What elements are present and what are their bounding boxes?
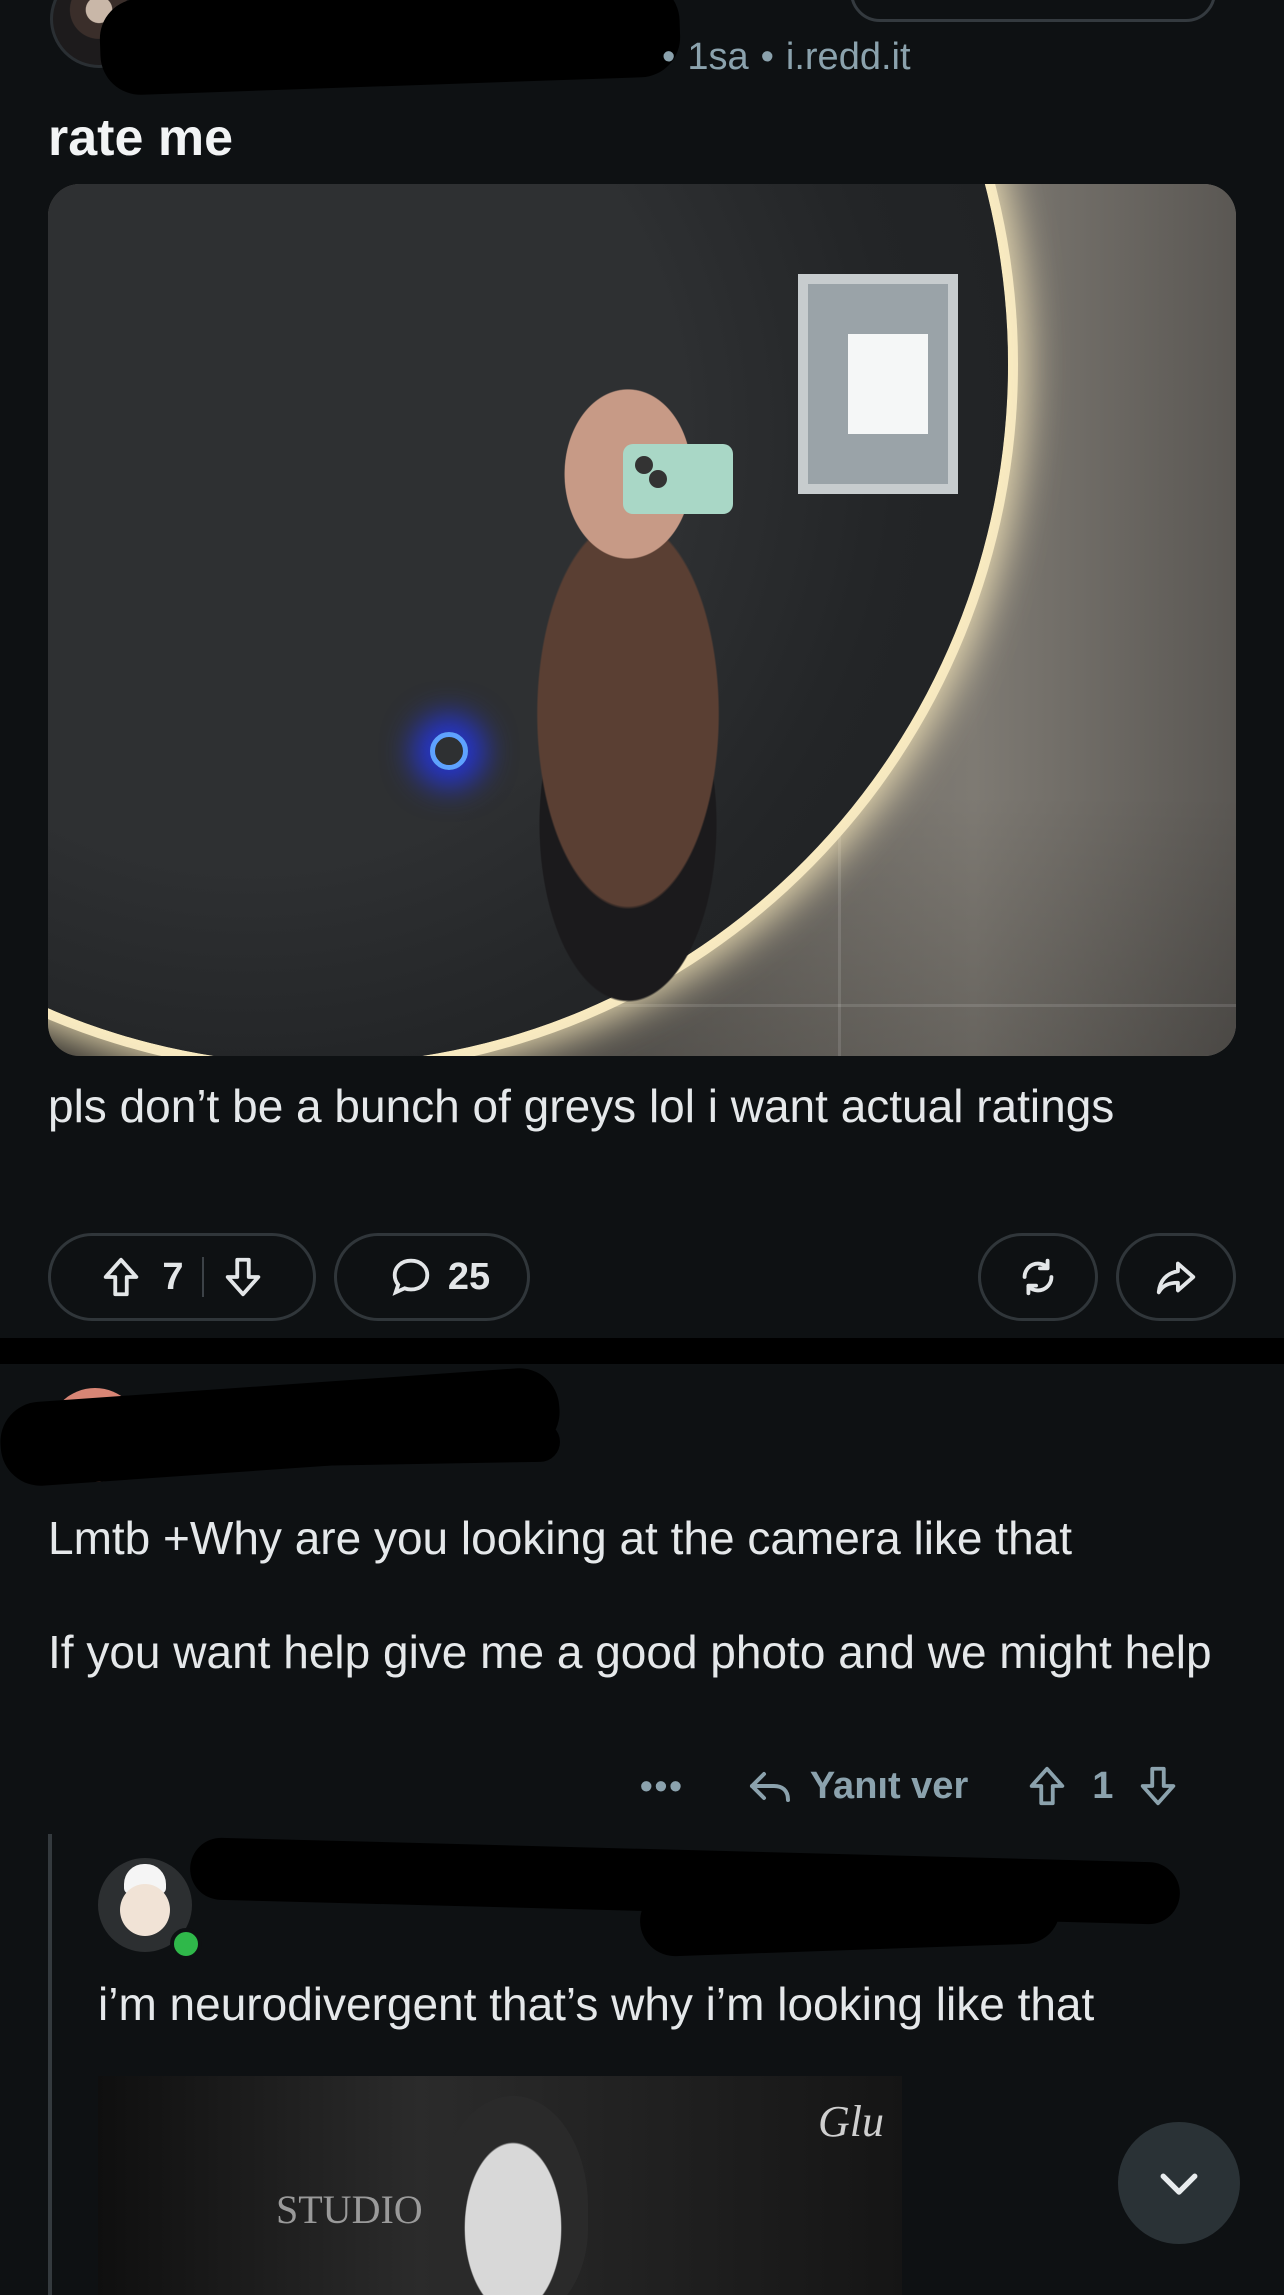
reply-body: i’m neurodivergent that’s why i’m lookin… [98, 1978, 1095, 2030]
section-divider [0, 1338, 1284, 1364]
crosspost-button[interactable] [978, 1233, 1098, 1321]
redaction-mark [638, 1872, 1062, 1958]
photo-phone [623, 444, 733, 514]
post-meta: • 1sa • i.redd.it [662, 36, 911, 78]
share-icon [1153, 1254, 1199, 1300]
chevron-down-icon [1152, 2156, 1206, 2210]
more-options-button[interactable]: ••• [640, 1765, 684, 1807]
post-body: pls don’t be a bunch of greys lol i want… [48, 1080, 1115, 1132]
reply-label: Yanıt ver [809, 1764, 969, 1807]
online-status-indicator [170, 1928, 202, 1960]
vote-divider [201, 1257, 204, 1297]
gif-face [438, 2096, 588, 2295]
post-time: 1sa [687, 36, 749, 78]
comments-button[interactable]: 25 [334, 1233, 530, 1321]
post-domain[interactable]: i.redd.it [786, 36, 911, 78]
comment-actions: ••• Yanıt ver 1 [640, 1758, 1181, 1814]
photo-window [798, 274, 958, 494]
comment-body: Lmtb +Why are you looking at the camera … [48, 1510, 1248, 1681]
reply-gif[interactable]: STUDIO Glu [98, 2076, 902, 2295]
gif-watermark: STUDIO [276, 2187, 423, 2232]
comment-line: Lmtb +Why are you looking at the camera … [48, 1512, 1073, 1564]
reply-arrow-icon [746, 1762, 794, 1810]
crosspost-icon [1015, 1254, 1061, 1300]
photo-blue-light [430, 732, 468, 770]
post-vote-bar: 7 [48, 1233, 316, 1321]
arrow-down-icon[interactable] [1135, 1763, 1181, 1809]
reply-button[interactable]: Yanıt ver [730, 1762, 968, 1810]
share-button[interactable] [1116, 1233, 1236, 1321]
redaction-mark [98, 0, 682, 97]
arrow-down-icon[interactable] [220, 1254, 266, 1300]
gif-signature: Glu [818, 2097, 884, 2146]
speech-bubble-icon [388, 1254, 434, 1300]
post-title[interactable]: rate me [48, 108, 233, 168]
post-image[interactable] [48, 184, 1236, 1056]
comment-line: If you want help give me a good photo an… [48, 1626, 1212, 1678]
scroll-down-button[interactable] [1118, 2122, 1240, 2244]
arrow-up-icon[interactable] [98, 1254, 144, 1300]
join-button-partial[interactable] [850, 0, 1216, 22]
redaction-mark [159, 1421, 561, 1469]
arrow-up-icon[interactable] [1024, 1763, 1070, 1809]
comment-vote-count: 1 [1092, 1764, 1114, 1807]
comment-count: 25 [447, 1255, 491, 1298]
upvote-count: 7 [162, 1255, 184, 1298]
thread-line[interactable] [48, 1834, 52, 2295]
